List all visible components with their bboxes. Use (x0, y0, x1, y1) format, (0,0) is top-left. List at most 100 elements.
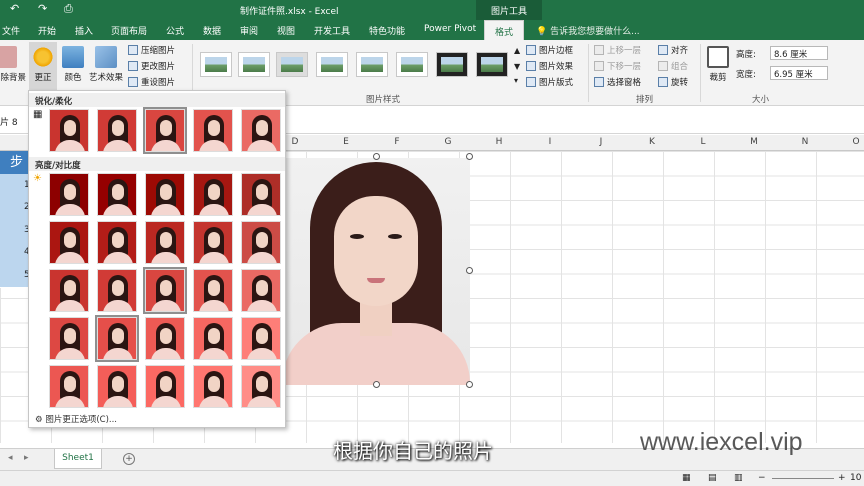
tab-format[interactable]: 格式 (484, 20, 525, 40)
tab-1[interactable]: 开始 (38, 24, 56, 37)
resize-handle-top[interactable] (373, 153, 380, 160)
column-header[interactable]: J (576, 137, 626, 147)
brightness-preset-thumbnail[interactable] (49, 221, 89, 264)
brightness-preset-thumbnail[interactable] (49, 173, 89, 216)
grid-cell[interactable]: 步 (0, 151, 30, 175)
change-picture-button[interactable]: 更改图片 (128, 60, 175, 72)
tab-3[interactable]: 页面布局 (111, 24, 147, 37)
selected-photo[interactable] (282, 158, 470, 385)
align-button[interactable]: 对齐 (658, 44, 688, 56)
brightness-preset-thumbnail[interactable] (241, 365, 281, 408)
zoom-slider[interactable] (772, 478, 834, 479)
brightness-preset-thumbnail[interactable] (97, 365, 137, 408)
tab-5[interactable]: 数据 (203, 24, 221, 37)
column-header[interactable]: F (372, 137, 422, 147)
name-box[interactable]: 片 8 (0, 115, 18, 128)
column-header[interactable]: K (627, 137, 677, 147)
tab-10[interactable]: Power Pivot (424, 24, 476, 34)
brightness-preset-thumbnail[interactable] (49, 365, 89, 408)
tab-7[interactable]: 视图 (277, 24, 295, 37)
brightness-preset-thumbnail[interactable] (145, 365, 185, 408)
picture-style-4[interactable] (316, 52, 348, 77)
gallery-scroll-up-icon[interactable]: ▲ (514, 46, 520, 55)
page-layout-view-icon[interactable]: ▤ (708, 473, 717, 483)
sharpen-preset-thumbnail[interactable] (97, 109, 137, 152)
brightness-preset-thumbnail[interactable] (145, 221, 185, 264)
brightness-preset-thumbnail[interactable] (49, 317, 89, 360)
tab-6[interactable]: 审阅 (240, 24, 258, 37)
resize-handle-bottom-right[interactable] (466, 381, 473, 388)
scroll-right-icon[interactable]: ▸ (24, 453, 29, 463)
selection-pane-button[interactable]: 选择窗格 (594, 76, 641, 88)
picture-style-8[interactable] (476, 52, 508, 77)
brightness-preset-thumbnail[interactable] (143, 267, 187, 314)
resize-handle-right[interactable] (466, 267, 473, 274)
brightness-preset-thumbnail[interactable] (97, 173, 137, 216)
brightness-preset-thumbnail[interactable] (193, 317, 233, 360)
width-input[interactable]: 6.95 厘米 (770, 66, 828, 80)
send-backward-button[interactable]: 下移一层 (594, 60, 641, 72)
rotate-button[interactable]: 旋转 (658, 76, 688, 88)
brightness-preset-thumbnail[interactable] (193, 221, 233, 264)
column-header[interactable]: E (321, 137, 371, 147)
brightness-preset-thumbnail[interactable] (241, 269, 281, 312)
picture-style-1[interactable] (200, 52, 232, 77)
zoom-out-icon[interactable]: − (758, 473, 766, 483)
height-input[interactable]: 8.6 厘米 (770, 46, 828, 60)
color-button[interactable]: 颜色 (60, 46, 86, 83)
tab-4[interactable]: 公式 (166, 24, 184, 37)
add-sheet-icon[interactable]: + (123, 453, 135, 465)
crop-button[interactable]: 裁剪 (704, 46, 732, 83)
brightness-preset-thumbnail[interactable] (97, 269, 137, 312)
brightness-preset-thumbnail[interactable] (95, 315, 139, 362)
brightness-preset-thumbnail[interactable] (49, 269, 89, 312)
grid-cell[interactable]: 1 (0, 173, 30, 198)
remove-background-button[interactable]: 删除背景 (0, 46, 26, 83)
print-preview-icon[interactable]: ⎙ (64, 2, 73, 16)
reset-picture-button[interactable]: 重设图片 (128, 76, 175, 88)
brightness-preset-thumbnail[interactable] (193, 269, 233, 312)
sharpen-preset-thumbnail[interactable] (143, 107, 187, 154)
sharpen-preset-thumbnail[interactable] (241, 109, 281, 152)
column-header[interactable]: N (780, 137, 830, 147)
column-header[interactable]: M (729, 137, 779, 147)
scroll-left-icon[interactable]: ◂ (8, 453, 13, 463)
column-header[interactable]: H (474, 137, 524, 147)
column-header[interactable]: L (678, 137, 728, 147)
group-button[interactable]: 组合 (658, 60, 688, 72)
picture-border-button[interactable]: 图片边框 (526, 44, 573, 56)
redo-icon[interactable]: ↷ (38, 2, 47, 15)
grid-cell[interactable]: 4 (0, 241, 30, 265)
bring-forward-button[interactable]: 上移一层 (594, 44, 641, 56)
brightness-preset-thumbnail[interactable] (97, 221, 137, 264)
column-header[interactable]: G (423, 137, 473, 147)
tab-0[interactable]: 文件 (2, 24, 20, 37)
grid-cell[interactable]: 2 (0, 196, 30, 220)
picture-effects-button[interactable]: 图片效果 (526, 60, 573, 72)
picture-style-5[interactable] (356, 52, 388, 77)
picture-corrections-options[interactable]: ⚙ 图片更正选项(C)... (35, 413, 117, 425)
tell-me-search[interactable]: 💡 告诉我您想要做什么... (536, 24, 640, 37)
undo-icon[interactable]: ↶ (10, 2, 19, 15)
corrections-button[interactable]: 更正 (29, 42, 57, 90)
gallery-scroll-down-icon[interactable]: ▼ (514, 62, 520, 71)
column-header[interactable]: I (525, 137, 575, 147)
brightness-preset-thumbnail[interactable] (145, 173, 185, 216)
resize-handle-top-right[interactable] (466, 153, 473, 160)
gallery-more-icon[interactable]: ▾ (514, 76, 518, 85)
normal-view-icon[interactable]: ▦ (682, 473, 691, 483)
grid-cell[interactable]: 3 (0, 218, 30, 243)
picture-style-7[interactable] (436, 52, 468, 77)
brightness-preset-thumbnail[interactable] (241, 173, 281, 216)
artistic-effects-button[interactable]: 艺术效果 (88, 46, 124, 83)
picture-layout-button[interactable]: 图片版式 (526, 76, 573, 88)
resize-handle-bottom[interactable] (373, 381, 380, 388)
brightness-preset-thumbnail[interactable] (241, 317, 281, 360)
picture-style-2[interactable] (238, 52, 270, 77)
zoom-level[interactable]: 10 (850, 473, 861, 483)
brightness-preset-thumbnail[interactable] (193, 365, 233, 408)
page-break-view-icon[interactable]: ▥ (734, 473, 743, 483)
sheet-tab-sheet1[interactable]: Sheet1 (54, 449, 102, 469)
column-header[interactable]: O (831, 137, 864, 147)
picture-style-3[interactable] (276, 52, 308, 77)
